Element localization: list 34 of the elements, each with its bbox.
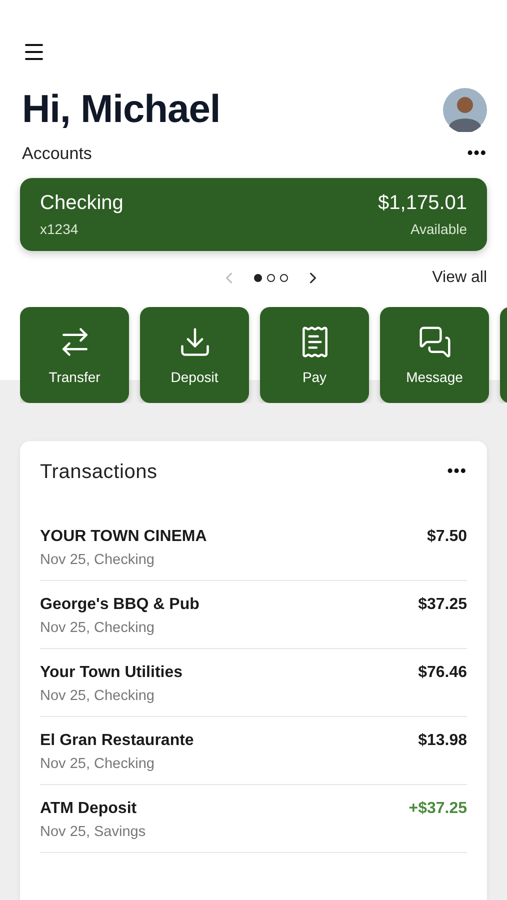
transaction-amount: $37.25 <box>418 596 467 615</box>
transaction-detail: Nov 25, Checking <box>40 620 154 636</box>
transaction-amount: $76.46 <box>418 664 467 683</box>
avatar-icon[interactable] <box>443 88 487 132</box>
action-tile[interactable]: Message <box>380 307 489 403</box>
transaction-detail: Nov 25, Checking <box>40 552 154 568</box>
view-all-link[interactable]: View all <box>432 269 487 287</box>
balance-label: Available <box>410 221 467 237</box>
transaction-amount: $13.98 <box>418 732 467 751</box>
more-options-button[interactable]: ••• <box>447 463 467 481</box>
page-dot[interactable] <box>267 274 276 282</box>
greeting-heading: Hi, Michael <box>22 88 220 132</box>
page-dot[interactable] <box>254 274 262 282</box>
transaction-amount: $7.50 <box>426 528 467 547</box>
payee-name: George's BBQ & Pub <box>40 596 200 614</box>
payee-name: YOUR TOWN CINEMA <box>40 528 207 546</box>
transaction-amount: +$37.25 <box>408 800 467 819</box>
transaction-detail: Nov 25, Checking <box>40 688 154 704</box>
more-options-button[interactable]: ••• <box>467 145 487 163</box>
account-number: x1234 <box>40 221 78 237</box>
action-tile[interactable]: Deposit <box>140 307 249 403</box>
payee-name: ATM Deposit <box>40 800 137 818</box>
payee-name: El Gran Restaurante <box>40 732 194 750</box>
action-tile[interactable]: Transfer <box>20 307 129 403</box>
page-dot[interactable] <box>280 274 288 282</box>
action-tile[interactable]: Pay <box>260 307 369 403</box>
account-name: Checking <box>40 192 124 215</box>
transactions-heading: Transactions <box>40 460 158 484</box>
transaction-detail: Nov 25, Checking <box>40 756 154 772</box>
account-card[interactable]: Checking x1234 $1,175.01 Available <box>20 178 487 251</box>
transaction-detail: Nov 25, Savings <box>40 824 146 840</box>
account-balance: $1,175.01 <box>378 192 467 215</box>
payee-name: Your Town Utilities <box>40 664 183 682</box>
accounts-heading: Accounts <box>22 144 92 164</box>
